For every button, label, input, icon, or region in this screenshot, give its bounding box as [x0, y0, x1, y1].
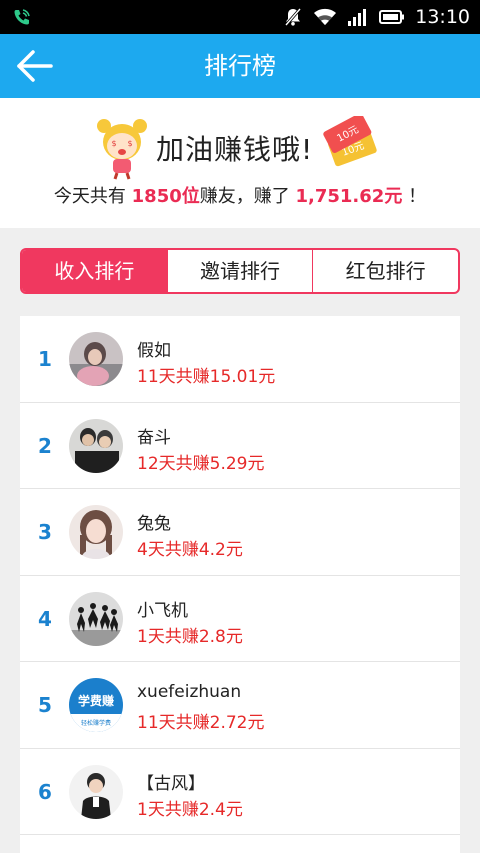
app-bar: 排行榜: [0, 34, 480, 98]
summary-prefix: 今天共有: [53, 186, 126, 207]
list-item[interactable]: 4 小飞机 1天共赚2.8元: [20, 576, 460, 662]
summary-stats-line: 今天共有 1850位赚友，赚了 1,751.62元 ！: [0, 182, 480, 208]
user-earnings: 4天共赚4.2元: [137, 540, 243, 560]
avatar: 学费赚 轻松赚学费: [69, 678, 123, 732]
user-earnings: 12天共赚5.29元: [137, 453, 265, 474]
avatar-logo-subtext: 轻松赚学费: [81, 719, 111, 727]
rank-number: 5: [38, 693, 52, 717]
summary-banner: $ $ 加油赚钱哦! 10元 10元 今天共有 1850位赚友，赚了 1,751…: [0, 98, 480, 228]
ranking-list: 1 假如 11天共赚15.01元 2 奋斗 12天共赚5.29元 3 兔兔 4天…: [20, 316, 460, 853]
status-time: 13:10: [415, 6, 470, 28]
summary-headline: 加油赚钱哦!: [156, 133, 314, 166]
avatar: [69, 591, 123, 646]
user-earnings: 11天共赚2.72元: [137, 713, 265, 733]
rank-number: 1: [38, 347, 52, 371]
rank-number: 3: [38, 520, 52, 544]
svg-text:$: $: [111, 139, 116, 148]
user-name: 假如: [137, 341, 171, 361]
summary-suffix: ！: [408, 186, 427, 207]
user-earnings: 1天共赚2.8元: [137, 626, 243, 647]
list-item[interactable]: 2 奋斗 12天共赚5.29元: [20, 403, 460, 489]
status-bar: 13:10: [0, 0, 480, 34]
tab-income-ranking[interactable]: 收入排行: [22, 250, 167, 292]
avatar-logo-text: 学费赚: [78, 693, 114, 708]
coupon-icon: 10元 10元: [323, 116, 377, 167]
tab-redpacket-ranking[interactable]: 红包排行: [312, 250, 458, 292]
user-earnings: 1天共赚2.4元: [137, 799, 243, 820]
svg-text:$: $: [127, 139, 132, 148]
rank-number: 4: [38, 606, 52, 631]
list-item[interactable]: 5 学费赚 轻松赚学费 xuefeizhuan 11天共赚2.72元: [20, 662, 460, 749]
user-name: 奋斗: [137, 427, 171, 448]
avatar: [69, 418, 123, 473]
signal-icon: [348, 9, 367, 26]
user-count: 1850位: [131, 186, 200, 207]
phone-call-icon: [14, 9, 30, 25]
page-title: 排行榜: [204, 52, 276, 80]
total-amount: 1,751.62元: [295, 186, 403, 207]
wifi-icon: [314, 8, 337, 25]
ranking-tabs: 收入排行 邀请排行 红包排行: [20, 248, 460, 294]
user-name: xuefeizhuan: [137, 682, 242, 702]
rank-number: 6: [38, 779, 52, 804]
rank-number: 2: [38, 433, 52, 458]
list-item[interactable]: 6 【古风】 1天共赚2.4元: [20, 749, 460, 835]
user-name: 兔兔: [137, 514, 171, 534]
mascot-girl-icon: $ $: [97, 119, 147, 180]
tab-invite-ranking[interactable]: 邀请排行: [166, 250, 313, 292]
notifications-off-icon: [285, 8, 302, 26]
avatar: [69, 764, 123, 819]
user-name: 【古风】: [137, 773, 205, 794]
avatar: [69, 505, 123, 559]
user-earnings: 11天共赚15.01元: [137, 367, 276, 387]
list-item[interactable]: 3 兔兔 4天共赚4.2元: [20, 489, 460, 576]
list-item[interactable]: 1 假如 11天共赚15.01元: [20, 316, 460, 403]
summary-mid: 赚友，赚了: [199, 186, 290, 207]
user-name: 小飞机: [137, 600, 188, 621]
avatar: [69, 332, 123, 386]
battery-icon: [379, 10, 405, 24]
